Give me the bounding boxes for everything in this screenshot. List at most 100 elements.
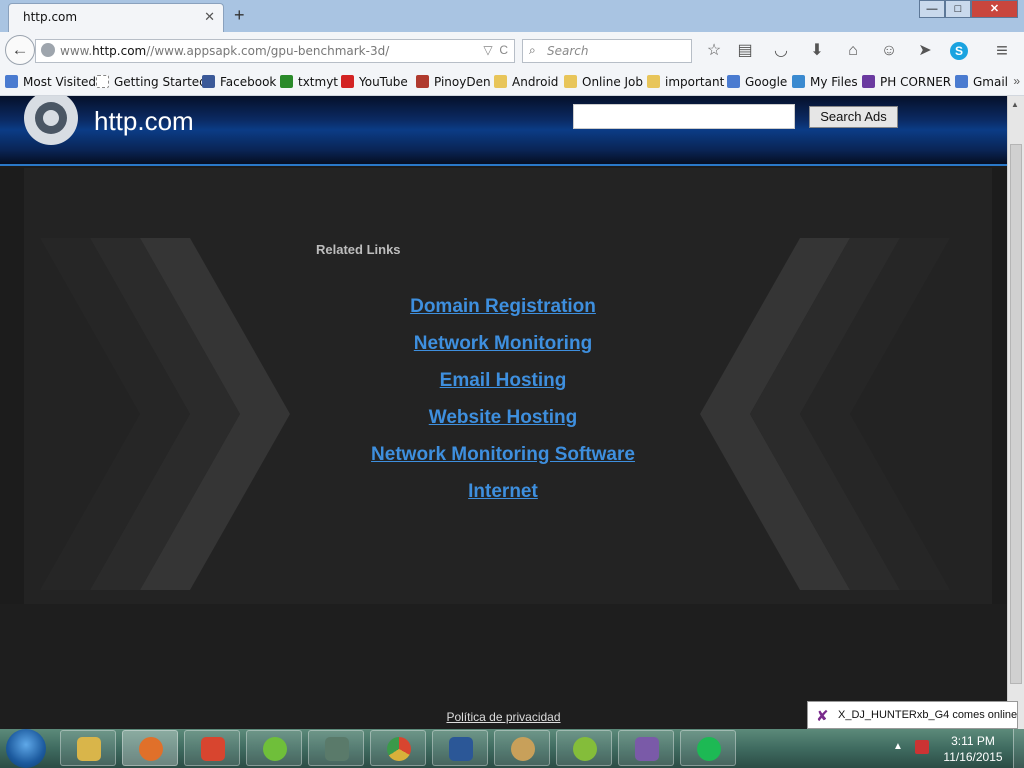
right-chevron-decoration xyxy=(700,238,950,590)
show-desktop-button[interactable] xyxy=(1013,729,1024,768)
url-dropdown-icon[interactable]: ▽ xyxy=(483,43,492,57)
ccleaner-icon xyxy=(201,737,225,761)
close-tab-icon[interactable]: ✕ xyxy=(204,9,215,25)
search-ads-button[interactable]: Search Ads xyxy=(809,106,898,128)
link-domain-registration[interactable]: Domain Registration xyxy=(300,296,706,318)
taskbar-spotify[interactable] xyxy=(680,730,736,766)
vertical-scrollbar[interactable]: ▲ ▼ xyxy=(1007,96,1024,730)
back-button[interactable]: ← xyxy=(5,35,35,65)
tray-expand-icon[interactable]: ▲ xyxy=(893,741,903,752)
search-icon: ⌕ xyxy=(529,43,536,57)
paint-icon xyxy=(511,737,535,761)
system-clock[interactable]: 3:11 PM 11/16/2015 xyxy=(940,733,1006,765)
word-icon xyxy=(449,737,473,761)
minimize-button[interactable]: — xyxy=(919,0,945,18)
explorer-icon xyxy=(77,737,101,761)
bookmark-google[interactable]: Google xyxy=(727,75,787,89)
chat-notification[interactable]: ✘ X_DJ_HUNTERxb_G4 comes online xyxy=(807,701,1018,729)
bookmark-facebook[interactable]: Facebook xyxy=(202,75,276,89)
maximize-button[interactable]: □ xyxy=(945,0,971,18)
address-bar[interactable]: www.http.com//www.appsapk.com/gpu-benchm… xyxy=(35,39,515,63)
scroll-up-icon[interactable]: ▲ xyxy=(1011,100,1019,109)
taskbar-word[interactable] xyxy=(432,730,488,766)
most-visited-icon xyxy=(5,75,18,88)
chrome-icon xyxy=(387,737,411,761)
bookmark-online-job[interactable]: Online Job xyxy=(564,75,643,89)
taskbar-spotify-alt[interactable] xyxy=(556,730,612,766)
link-network-monitoring-software[interactable]: Network Monitoring Software xyxy=(300,444,706,466)
taskbar-chrome[interactable] xyxy=(370,730,426,766)
skype-icon[interactable]: S xyxy=(950,42,968,60)
tab-strip: http.com ✕ + — □ ✕ xyxy=(0,0,1024,32)
folder-icon xyxy=(494,75,507,88)
folder-icon xyxy=(647,75,660,88)
pocket-icon[interactable]: ◡ xyxy=(770,40,792,62)
bookmark-txtmyt[interactable]: txtmyt xyxy=(280,75,338,89)
taskbar-firefox[interactable] xyxy=(122,730,178,766)
search-bar[interactable]: ⌕ Search xyxy=(522,39,692,63)
hello-icon[interactable]: ☺ xyxy=(878,40,900,62)
site-name: http.com xyxy=(94,106,194,136)
related-links-list: Domain Registration Network Monitoring E… xyxy=(300,296,706,518)
bookmark-star-icon[interactable]: ☆ xyxy=(703,40,725,62)
spotify-icon xyxy=(697,737,721,761)
menu-icon[interactable]: ≡ xyxy=(991,40,1013,62)
scrollbar-thumb[interactable] xyxy=(1010,144,1022,684)
bookmarks-toolbar: Most Visited Getting Started Facebook tx… xyxy=(0,70,1024,96)
more-bookmarks-icon[interactable]: » xyxy=(1013,74,1020,88)
google-icon xyxy=(727,75,740,88)
link-email-hosting[interactable]: Email Hosting xyxy=(300,370,706,392)
taskbar-visual-studio[interactable] xyxy=(618,730,674,766)
bookmark-my-files[interactable]: My Files xyxy=(792,75,858,89)
url-text: www.http.com//www.appsapk.com/gpu-benchm… xyxy=(60,44,390,58)
bookmark-android[interactable]: Android xyxy=(494,75,558,89)
reading-list-icon[interactable]: ▤ xyxy=(734,40,756,62)
task-manager-icon xyxy=(325,737,349,761)
taskbar-utorrent[interactable] xyxy=(246,730,302,766)
site-logo-icon xyxy=(24,96,78,145)
action-center-icon[interactable] xyxy=(915,740,929,754)
link-network-monitoring[interactable]: Network Monitoring xyxy=(300,333,706,355)
folder-icon xyxy=(564,75,577,88)
notification-text: X_DJ_HUNTERxb_G4 comes online xyxy=(838,709,1018,721)
share-icon[interactable]: ➤ xyxy=(914,40,936,62)
tab-title: http.com xyxy=(23,10,78,24)
navigation-toolbar: ← www.http.com//www.appsapk.com/gpu-benc… xyxy=(0,32,1024,70)
page-icon xyxy=(96,75,109,88)
ads-search-input[interactable] xyxy=(573,104,795,129)
firefox-icon xyxy=(139,737,163,761)
site-header: http.com Search Ads xyxy=(0,96,1007,166)
home-icon[interactable]: ⌂ xyxy=(842,40,864,62)
taskbar-paint[interactable] xyxy=(494,730,550,766)
pinoyden-icon xyxy=(416,75,429,88)
bookmark-important[interactable]: important xyxy=(647,75,724,89)
search-placeholder: Search xyxy=(547,44,589,58)
globe-icon xyxy=(41,43,55,57)
clock-date: 11/16/2015 xyxy=(943,750,1003,764)
page-viewport: http.com Search Ads Related Links Domain… xyxy=(0,96,1007,730)
bookmark-ph-corner[interactable]: PH CORNER xyxy=(862,75,951,89)
youtube-icon xyxy=(341,75,354,88)
link-website-hosting[interactable]: Website Hosting xyxy=(300,407,706,429)
left-chevron-decoration xyxy=(40,238,290,590)
new-tab-button[interactable]: + xyxy=(234,5,245,25)
spotify-icon xyxy=(573,737,597,761)
download-icon[interactable]: ⬇ xyxy=(806,40,828,62)
my-files-icon xyxy=(792,75,805,88)
bookmark-youtube[interactable]: YouTube xyxy=(341,75,408,89)
bookmark-most-visited[interactable]: Most Visited xyxy=(5,75,96,89)
taskbar-explorer[interactable] xyxy=(60,730,116,766)
visual-studio-icon xyxy=(635,737,659,761)
taskbar-task-manager[interactable] xyxy=(308,730,364,766)
txtmyt-icon xyxy=(280,75,293,88)
bookmark-gmail[interactable]: Gmail xyxy=(955,75,1008,89)
xfire-icon: ✘ xyxy=(816,708,829,725)
tab-http-com[interactable]: http.com ✕ xyxy=(8,3,224,32)
bookmark-getting-started[interactable]: Getting Started xyxy=(96,75,207,89)
start-button[interactable] xyxy=(6,729,46,768)
reload-icon[interactable]: C xyxy=(499,43,508,57)
close-window-button[interactable]: ✕ xyxy=(971,0,1018,18)
taskbar-ccleaner[interactable] xyxy=(184,730,240,766)
link-internet[interactable]: Internet xyxy=(300,481,706,503)
bookmark-pinoyden[interactable]: PinoyDen xyxy=(416,75,491,89)
